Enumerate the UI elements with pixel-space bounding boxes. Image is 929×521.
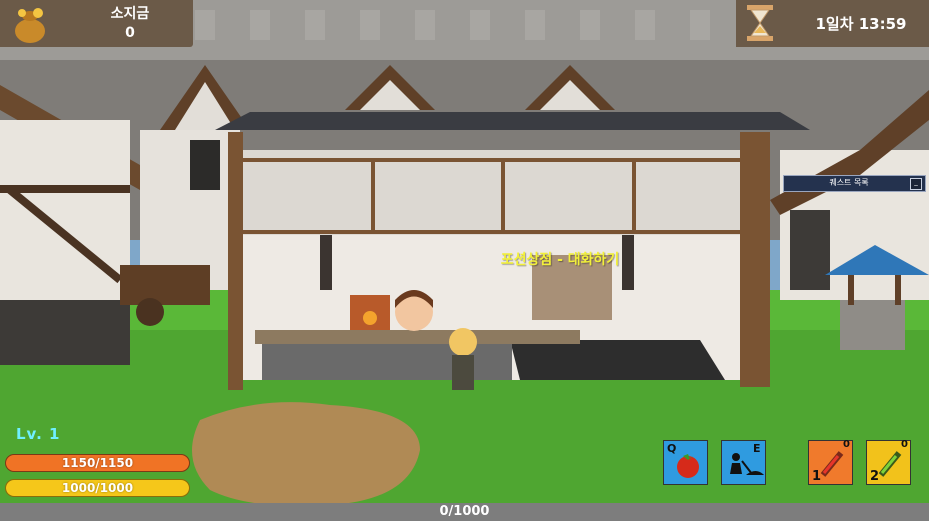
hourglass-icon [747,5,773,41]
skill-q-button[interactable]: Q [663,440,708,485]
shop-roof [215,112,810,130]
player-level: Lv. 1 [16,425,61,443]
item-slot-2-number: 2 [870,469,880,484]
gold-value: 0 [125,25,135,41]
skill-e-button[interactable]: E [721,440,766,485]
exp-bar: 0/1000 [0,503,929,521]
mp-text: 1000/1000 [61,481,134,495]
gold-bag-icon [15,8,45,43]
gold-panel: 소지금 0 [0,0,193,47]
item-slot-2[interactable]: 2 0 [866,439,911,485]
well [840,300,905,350]
hp-text: 1150/1150 [61,456,134,470]
gold-label: 소지금 [110,6,150,22]
exp-text: 0/1000 [439,504,490,519]
skill-q-key: Q [667,442,677,455]
time-panel: 1일차 13:59 [736,0,929,47]
quest-minimize-button[interactable]: _ [910,178,922,190]
item-slot-1[interactable]: 1 0 [808,439,853,485]
game-time: 1일차 13:59 [815,15,907,33]
quest-list-bar[interactable]: 퀘스트 목록 _ [783,175,926,192]
npc-interaction-prompt[interactable]: 포션상점 - 대화하기 [450,249,670,269]
hp-bar: 1150/1150 [5,454,190,472]
skill-e-key: E [753,442,761,455]
item-slot-2-count: 0 [901,439,908,450]
shop-counter [255,330,580,344]
quest-list-label: 퀘스트 목록 [829,178,869,187]
item-slot-1-count: 0 [843,439,850,450]
cart [120,265,210,305]
dirt-path [192,402,420,506]
mp-bar: 1000/1000 [5,479,190,497]
player-character [449,328,477,356]
item-slot-1-number: 1 [812,469,822,484]
